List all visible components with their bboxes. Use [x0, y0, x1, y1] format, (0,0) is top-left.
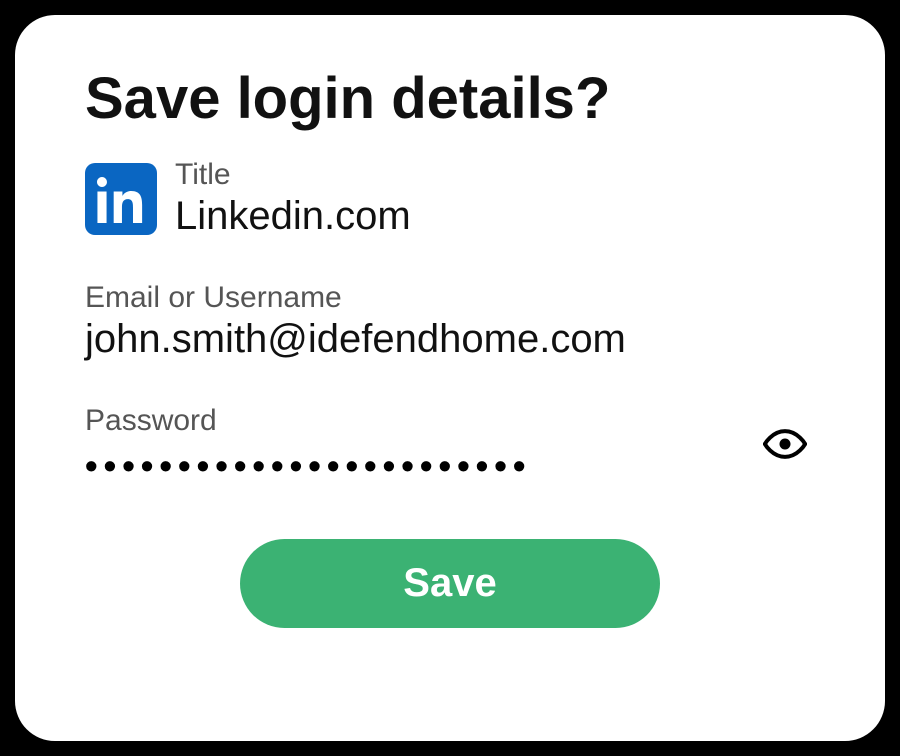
linkedin-icon	[85, 163, 157, 235]
title-label: Title	[175, 158, 411, 192]
save-button[interactable]: Save	[240, 539, 660, 628]
save-login-dialog: Save login details? Title Linkedin.com E…	[15, 15, 885, 741]
title-value: Linkedin.com	[175, 194, 411, 239]
site-title-row: Title Linkedin.com	[85, 158, 815, 239]
eye-icon	[763, 422, 807, 466]
username-field: Email or Username john.smith@idefendhome…	[85, 281, 815, 362]
username-value: john.smith@idefendhome.com	[85, 317, 815, 362]
password-field: Password ••••••••••••••••••••••••	[85, 404, 815, 484]
username-label: Email or Username	[85, 281, 815, 315]
site-title-text: Title Linkedin.com	[175, 158, 411, 239]
toggle-password-visibility[interactable]	[755, 414, 815, 474]
dialog-heading: Save login details?	[85, 65, 815, 132]
password-label: Password	[85, 404, 531, 438]
password-masked: ••••••••••••••••••••••••	[85, 448, 531, 484]
